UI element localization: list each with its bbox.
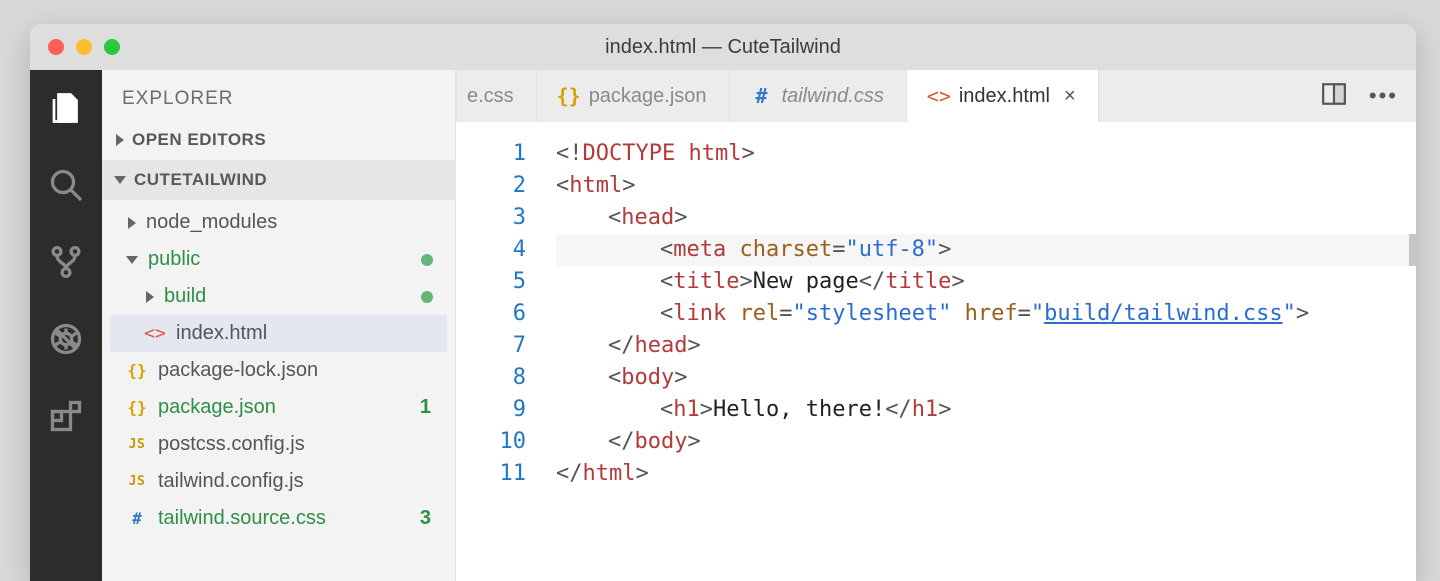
activity-source-control-icon[interactable] bbox=[48, 244, 84, 285]
tree-label: package.json bbox=[158, 396, 410, 419]
open-editors-section[interactable]: OPEN EDITORS bbox=[102, 120, 455, 160]
gutter: 1 2 3 4 5 6 7 8 9 10 11 bbox=[456, 122, 546, 581]
activity-search-icon[interactable] bbox=[48, 167, 84, 208]
code-line[interactable]: <html> bbox=[556, 170, 1416, 202]
line-number: 1 bbox=[456, 138, 526, 170]
traffic-lights bbox=[48, 39, 120, 55]
window-maximize-button[interactable] bbox=[104, 39, 120, 55]
activity-extensions-icon[interactable] bbox=[48, 398, 84, 439]
file-tree: node_modules public build <> index bbox=[102, 200, 455, 545]
code-line[interactable]: <head> bbox=[556, 202, 1416, 234]
tree-tailwind-config[interactable]: JS tailwind.config.js bbox=[110, 463, 447, 500]
html-file-icon: <> bbox=[144, 323, 166, 344]
code-line[interactable]: <!DOCTYPE html> bbox=[556, 138, 1416, 170]
tree-label: tailwind.source.css bbox=[158, 507, 410, 530]
js-file-icon: JS bbox=[126, 474, 148, 489]
tab-label: tailwind.css bbox=[782, 85, 884, 108]
line-number: 11 bbox=[456, 458, 526, 490]
activity-debug-icon[interactable] bbox=[48, 321, 84, 362]
tree-label: node_modules bbox=[146, 211, 437, 234]
open-editors-label: OPEN EDITORS bbox=[132, 130, 266, 150]
more-actions-icon[interactable]: ••• bbox=[1369, 85, 1398, 107]
close-icon[interactable]: × bbox=[1064, 85, 1076, 108]
line-number: 2 bbox=[456, 170, 526, 202]
tabs-row: e.css {} package.json # tailwind.css <> … bbox=[456, 70, 1416, 122]
line-number: 3 bbox=[456, 202, 526, 234]
chevron-down-icon bbox=[126, 256, 138, 264]
current-line-marker bbox=[1409, 234, 1416, 266]
tab-tailwind-css[interactable]: # tailwind.css bbox=[730, 70, 907, 122]
code-surface[interactable]: 1 2 3 4 5 6 7 8 9 10 11 <!DOCTYPE html><… bbox=[456, 122, 1416, 581]
tree-label: tailwind.config.js bbox=[158, 470, 437, 493]
code-line[interactable]: <body> bbox=[556, 362, 1416, 394]
line-number: 5 bbox=[456, 266, 526, 298]
project-section[interactable]: CUTETAILWIND bbox=[102, 160, 455, 200]
json-file-icon: {} bbox=[126, 361, 148, 380]
window-close-button[interactable] bbox=[48, 39, 64, 55]
titlebar: index.html — CuteTailwind bbox=[30, 24, 1416, 70]
editor-area: e.css {} package.json # tailwind.css <> … bbox=[456, 70, 1416, 581]
line-number: 7 bbox=[456, 330, 526, 362]
tree-postcss-config[interactable]: JS postcss.config.js bbox=[110, 426, 447, 463]
activity-bar bbox=[30, 70, 102, 581]
window-title: index.html — CuteTailwind bbox=[30, 36, 1416, 59]
line-number: 9 bbox=[456, 394, 526, 426]
tab-label: package.json bbox=[589, 85, 707, 108]
tree-label: build bbox=[164, 285, 411, 308]
editor-window: index.html — CuteTailwind bbox=[30, 24, 1416, 581]
line-number: 6 bbox=[456, 298, 526, 330]
tab-label: index.html bbox=[959, 85, 1050, 108]
tree-package-json[interactable]: {} package.json 1 bbox=[110, 389, 447, 426]
chevron-right-icon bbox=[116, 134, 124, 146]
split-editor-icon[interactable] bbox=[1321, 81, 1347, 112]
chevron-right-icon bbox=[146, 291, 154, 303]
html-file-icon: <> bbox=[929, 84, 949, 108]
line-number: 4 bbox=[456, 234, 526, 266]
code-line[interactable]: <h1>Hello, there!</h1> bbox=[556, 394, 1416, 426]
tab-label: e.css bbox=[467, 85, 514, 108]
activity-explorer-icon[interactable] bbox=[48, 90, 84, 131]
git-modified-dot-icon bbox=[421, 254, 433, 266]
chevron-down-icon bbox=[114, 176, 126, 184]
explorer-sidebar: EXPLORER OPEN EDITORS CUTETAILWIND node_… bbox=[102, 70, 456, 581]
tree-label: package-lock.json bbox=[158, 359, 437, 382]
js-file-icon: JS bbox=[126, 437, 148, 452]
chevron-right-icon bbox=[128, 217, 136, 229]
tree-label: index.html bbox=[176, 322, 437, 345]
tree-tailwind-source[interactable]: # tailwind.source.css 3 bbox=[110, 500, 447, 537]
tab-actions: ••• bbox=[1303, 70, 1416, 122]
code-line[interactable]: <meta charset="utf-8"> bbox=[556, 234, 1416, 266]
tab-package-json[interactable]: {} package.json bbox=[537, 70, 730, 122]
tree-label: public bbox=[148, 248, 411, 271]
code-line[interactable]: </body> bbox=[556, 426, 1416, 458]
project-name-label: CUTETAILWIND bbox=[134, 170, 267, 190]
line-number: 8 bbox=[456, 362, 526, 394]
problems-badge: 1 bbox=[420, 396, 431, 419]
code-line[interactable]: </head> bbox=[556, 330, 1416, 362]
problems-badge: 3 bbox=[420, 507, 431, 530]
json-file-icon: {} bbox=[559, 84, 579, 108]
tree-package-lock[interactable]: {} package-lock.json bbox=[110, 352, 447, 389]
json-file-icon: {} bbox=[126, 398, 148, 417]
explorer-title: EXPLORER bbox=[102, 70, 455, 120]
code-line[interactable]: <title>New page</title> bbox=[556, 266, 1416, 298]
tab-truncated-css[interactable]: e.css bbox=[456, 70, 537, 122]
tree-build[interactable]: build bbox=[110, 278, 447, 315]
hash-file-icon: # bbox=[126, 509, 148, 528]
line-number: 10 bbox=[456, 426, 526, 458]
code-content[interactable]: <!DOCTYPE html><html><head><meta charset… bbox=[546, 122, 1416, 581]
git-modified-dot-icon bbox=[421, 291, 433, 303]
hash-file-icon: # bbox=[752, 84, 772, 108]
tree-index-html[interactable]: <> index.html bbox=[110, 315, 447, 352]
tree-label: postcss.config.js bbox=[158, 433, 437, 456]
tab-index-html[interactable]: <> index.html × bbox=[907, 70, 1099, 122]
window-minimize-button[interactable] bbox=[76, 39, 92, 55]
code-line[interactable]: </html> bbox=[556, 458, 1416, 490]
tree-node-modules[interactable]: node_modules bbox=[110, 204, 447, 241]
tree-public[interactable]: public bbox=[110, 241, 447, 278]
code-line[interactable]: <link rel="stylesheet" href="build/tailw… bbox=[556, 298, 1416, 330]
